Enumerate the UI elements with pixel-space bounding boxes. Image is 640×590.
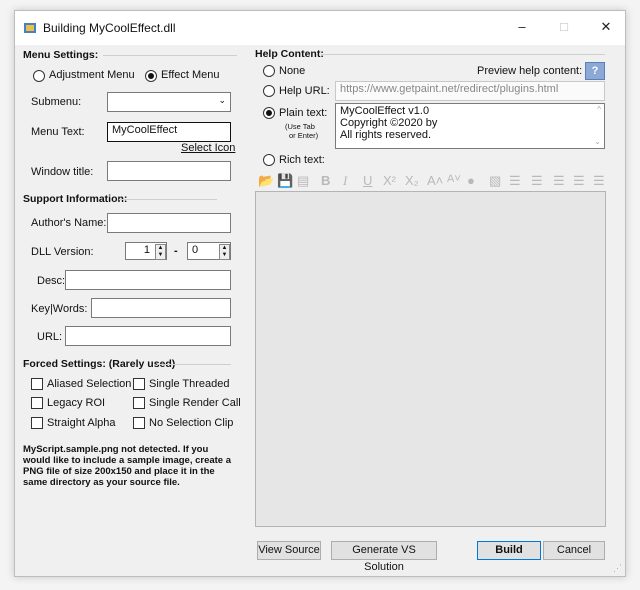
legacy-roi-checkbox[interactable] [31,397,43,409]
help-url-input[interactable]: https://www.getpaint.net/redirect/plugin… [335,81,605,101]
aliased-selection-checkbox[interactable] [31,378,43,390]
window-title-label: Window title: [31,166,94,178]
subscript-icon[interactable]: X₂ [405,173,419,188]
app-icon [24,23,36,33]
submenu-label: Submenu: [31,96,82,108]
divider [119,199,217,200]
color-icon[interactable]: ● [467,173,475,188]
keywords-label: Key|Words: [31,303,88,315]
menu-text-input[interactable]: MyCoolEffect [107,122,231,142]
desc-label: Desc: [37,275,66,287]
cancel-button[interactable]: Cancel [543,541,605,560]
help-url-radio[interactable] [263,85,275,97]
window-title-input[interactable] [107,161,231,181]
author-input[interactable] [107,213,231,233]
spin-down-icon[interactable]: ▲ ▼ [219,244,230,260]
desc-input[interactable] [65,270,231,290]
plain-text-radio[interactable] [263,107,275,119]
menu-settings-label: Menu Settings: [23,49,99,61]
dll-version-label: DLL Version: [31,246,94,258]
indent-icon[interactable]: ☰ [531,173,543,189]
use-tab-note: (Use Tab [285,122,315,131]
superscript-icon[interactable]: X² [383,173,396,188]
save-icon[interactable]: 💾 [277,173,293,189]
keywords-input[interactable] [91,298,231,318]
help-none-label: None [279,65,306,77]
font-grow-icon[interactable]: A˄ [427,173,443,188]
scroll-up-icon[interactable]: ^ [597,104,601,116]
maximize-button[interactable]: □ [549,15,579,39]
use-enter-note: or Enter) [289,131,319,140]
rich-text-label: Rich text: [279,154,325,166]
sample-image-note: MyScript.sample.png not detected. If you… [23,444,232,488]
adjustment-menu-radio[interactable] [33,70,45,82]
plain-text-area[interactable]: MyCoolEffect v1.0 Copyright ©2020 by All… [335,103,605,149]
single-threaded-checkbox[interactable] [133,378,145,390]
close-button[interactable]: ✕ [591,15,621,39]
divider [157,364,231,365]
divider [321,54,605,55]
plain-text-line: MyCoolEffect v1.0 [340,105,430,117]
effect-menu-label: Effect Menu [161,69,220,81]
single-render-call-label: Single Render Call [149,397,241,409]
divider [103,55,237,56]
spin-up-icon[interactable]: ▲ ▼ [155,244,166,260]
adjustment-menu-label: Adjustment Menu [49,69,135,81]
aliased-selection-label: Aliased Selection [47,378,132,390]
align-left-icon[interactable]: ☰ [573,173,585,189]
menu-text-label: Menu Text: [31,126,85,138]
italic-icon[interactable]: I [343,173,347,189]
help-content-label: Help Content: [255,48,324,60]
help-url-label: Help URL: [279,85,330,97]
author-label: Author's Name: [31,217,107,229]
build-dialog: Building MyCoolEffect.dll – □ ✕ Menu Set… [14,10,626,577]
plain-text-line: Copyright ©2020 by [340,117,438,129]
version-separator: - [174,245,178,257]
straight-alpha-label: Straight Alpha [47,417,116,429]
single-render-call-checkbox[interactable] [133,397,145,409]
effect-menu-radio[interactable] [145,70,157,82]
help-none-radio[interactable] [263,65,275,77]
window-title: Building MyCoolEffect.dll [43,21,176,35]
chevron-down-icon: ⌄ [218,95,226,105]
support-info-label: Support Information: [23,193,128,205]
single-threaded-label: Single Threaded [149,378,230,390]
url-label: URL: [37,331,63,343]
no-selection-clip-label: No Selection Clip [149,417,234,429]
title-bar: Building MyCoolEffect.dll – □ ✕ [15,11,625,45]
align-center-icon[interactable]: ☰ [593,173,605,189]
help-icon[interactable]: ? [585,62,605,80]
table-icon[interactable]: ▤ [297,173,309,189]
underline-icon[interactable]: U [363,173,372,188]
generate-vs-solution-button[interactable]: Generate VS Solution [331,541,437,573]
scroll-down-icon[interactable]: ⌄ [594,136,601,148]
plain-text-label: Plain text: [279,107,328,119]
minimize-button[interactable]: – [507,15,537,39]
view-source-button[interactable]: View Source [257,541,321,560]
preview-help-label: Preview help content: [477,65,583,77]
no-selection-clip-checkbox[interactable] [133,417,145,429]
rich-text-editor[interactable] [255,191,606,527]
plain-text-line: All rights reserved. [340,129,432,141]
open-icon[interactable]: 📂 [258,173,274,189]
bold-icon[interactable]: B [321,173,330,188]
submenu-select[interactable]: ⌄ [107,92,231,112]
legacy-roi-label: Legacy ROI [47,397,106,409]
bullets-icon[interactable]: ☰ [509,173,521,189]
font-shrink-icon[interactable]: A˅ [447,173,461,185]
rich-text-radio[interactable] [263,154,275,166]
select-icon-link[interactable]: Select Icon [181,142,235,154]
outdent-icon[interactable]: ☰ [553,173,565,189]
image-icon[interactable]: ▧ [489,173,501,189]
build-button[interactable]: Build [477,541,541,560]
forced-settings-label: Forced Settings: (Rarely used) [23,358,176,370]
straight-alpha-checkbox[interactable] [31,417,43,429]
size-grip-icon[interactable]: ⋰ [613,563,622,574]
url-input[interactable] [65,326,231,346]
